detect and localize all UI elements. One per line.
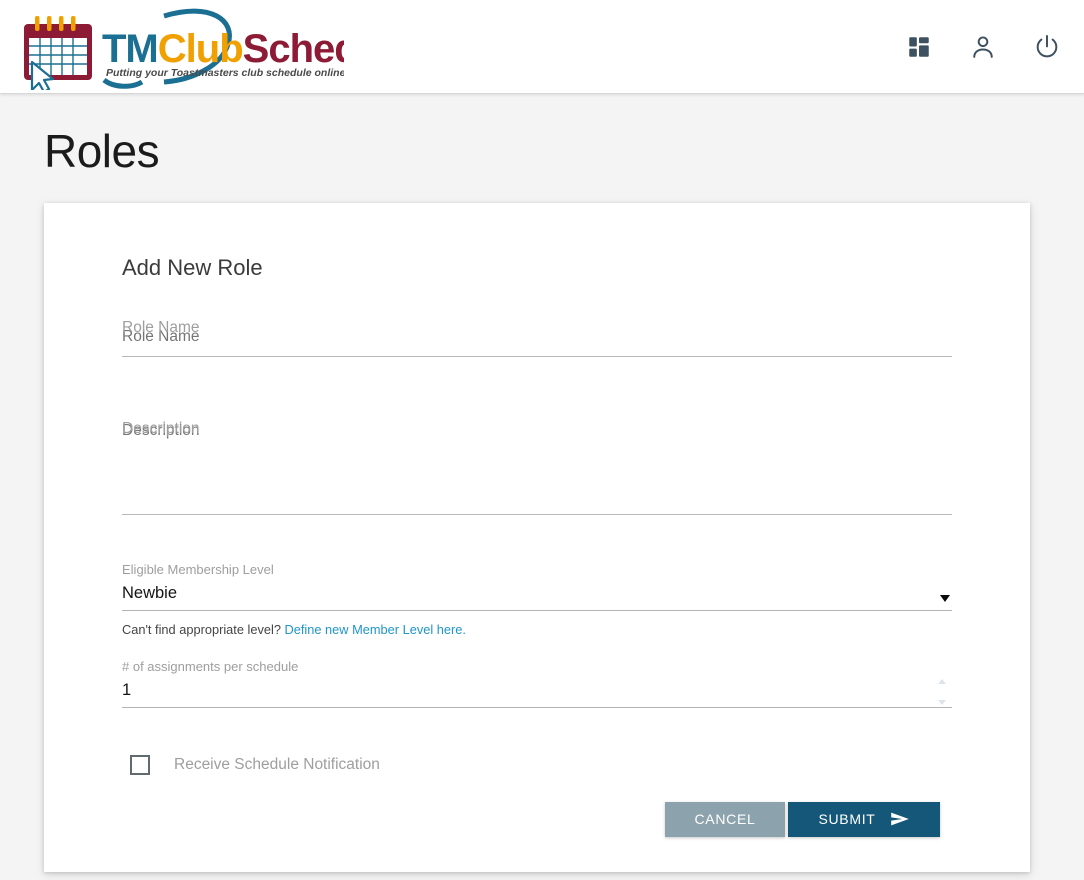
define-member-level-link[interactable]: Define new Member Level here.	[285, 622, 466, 637]
power-icon[interactable]	[1030, 30, 1064, 64]
svg-text:TMClubSchedule: TMClubSchedule	[102, 27, 344, 71]
notification-checkbox-row[interactable]: Receive Schedule Notification	[130, 754, 952, 775]
description-label: Description	[122, 419, 200, 437]
hint-text: Can't find appropriate level?	[122, 621, 281, 637]
assignments-block: # of assignments per schedule 1	[122, 659, 952, 708]
form-actions: CANCEL SUBMIT	[122, 801, 952, 837]
description-input[interactable]	[122, 419, 952, 512]
tmclubschedule-logo: TMClubSchedule Putting your Toastmasters…	[24, 8, 344, 90]
role-name-field[interactable]: Role Name	[122, 318, 952, 357]
card-title: Add New Role	[122, 254, 263, 280]
submit-button[interactable]: SUBMIT	[788, 801, 940, 837]
assignments-input[interactable]: 1	[122, 678, 952, 708]
dashboard-icon[interactable]	[902, 30, 936, 64]
membership-level-value: Newbie	[122, 583, 178, 602]
role-name-label: Role Name	[122, 318, 200, 336]
cancel-button[interactable]: CANCEL	[665, 801, 785, 837]
receive-notification-label: Receive Schedule Notification	[174, 755, 380, 773]
chevron-up-icon[interactable]	[938, 678, 946, 684]
svg-text:Putting your Toastmasters club: Putting your Toastmasters club schedule …	[106, 67, 344, 79]
brand-logo-link[interactable]: TMClubSchedule Putting your Toastmasters…	[14, 0, 344, 94]
submit-button-label: SUBMIT	[818, 811, 876, 828]
page-container: Roles Add New Role Role Name Description…	[0, 94, 1084, 872]
header-actions	[902, 30, 1064, 64]
app-header: TMClubSchedule Putting your Toastmasters…	[0, 0, 1084, 94]
cancel-button-label: CANCEL	[694, 811, 756, 828]
assignments-value: 1	[122, 680, 132, 699]
role-name-input[interactable]	[122, 318, 952, 355]
send-icon	[890, 811, 910, 827]
membership-level-hint: Can't find appropriate level? Define new…	[122, 622, 952, 637]
membership-level-select[interactable]: Newbie	[122, 582, 952, 611]
add-role-form: Role Name Description Eligible Membershi…	[110, 318, 964, 837]
assignments-label: # of assignments per schedule	[122, 658, 299, 674]
description-field[interactable]: Description	[122, 419, 952, 515]
receive-notification-checkbox[interactable]	[130, 754, 150, 775]
membership-level-label: Eligible Membership Level	[122, 561, 274, 577]
chevron-down-icon[interactable]	[938, 699, 946, 705]
page-title: Roles	[44, 125, 160, 177]
chevron-down-icon[interactable]	[940, 594, 950, 602]
membership-level-block: Eligible Membership Level Newbie Can't f…	[122, 562, 952, 637]
account-icon[interactable]	[966, 30, 1000, 64]
assignments-stepper[interactable]	[934, 678, 950, 705]
add-role-card: Add New Role Role Name Description Eligi…	[44, 202, 1030, 872]
